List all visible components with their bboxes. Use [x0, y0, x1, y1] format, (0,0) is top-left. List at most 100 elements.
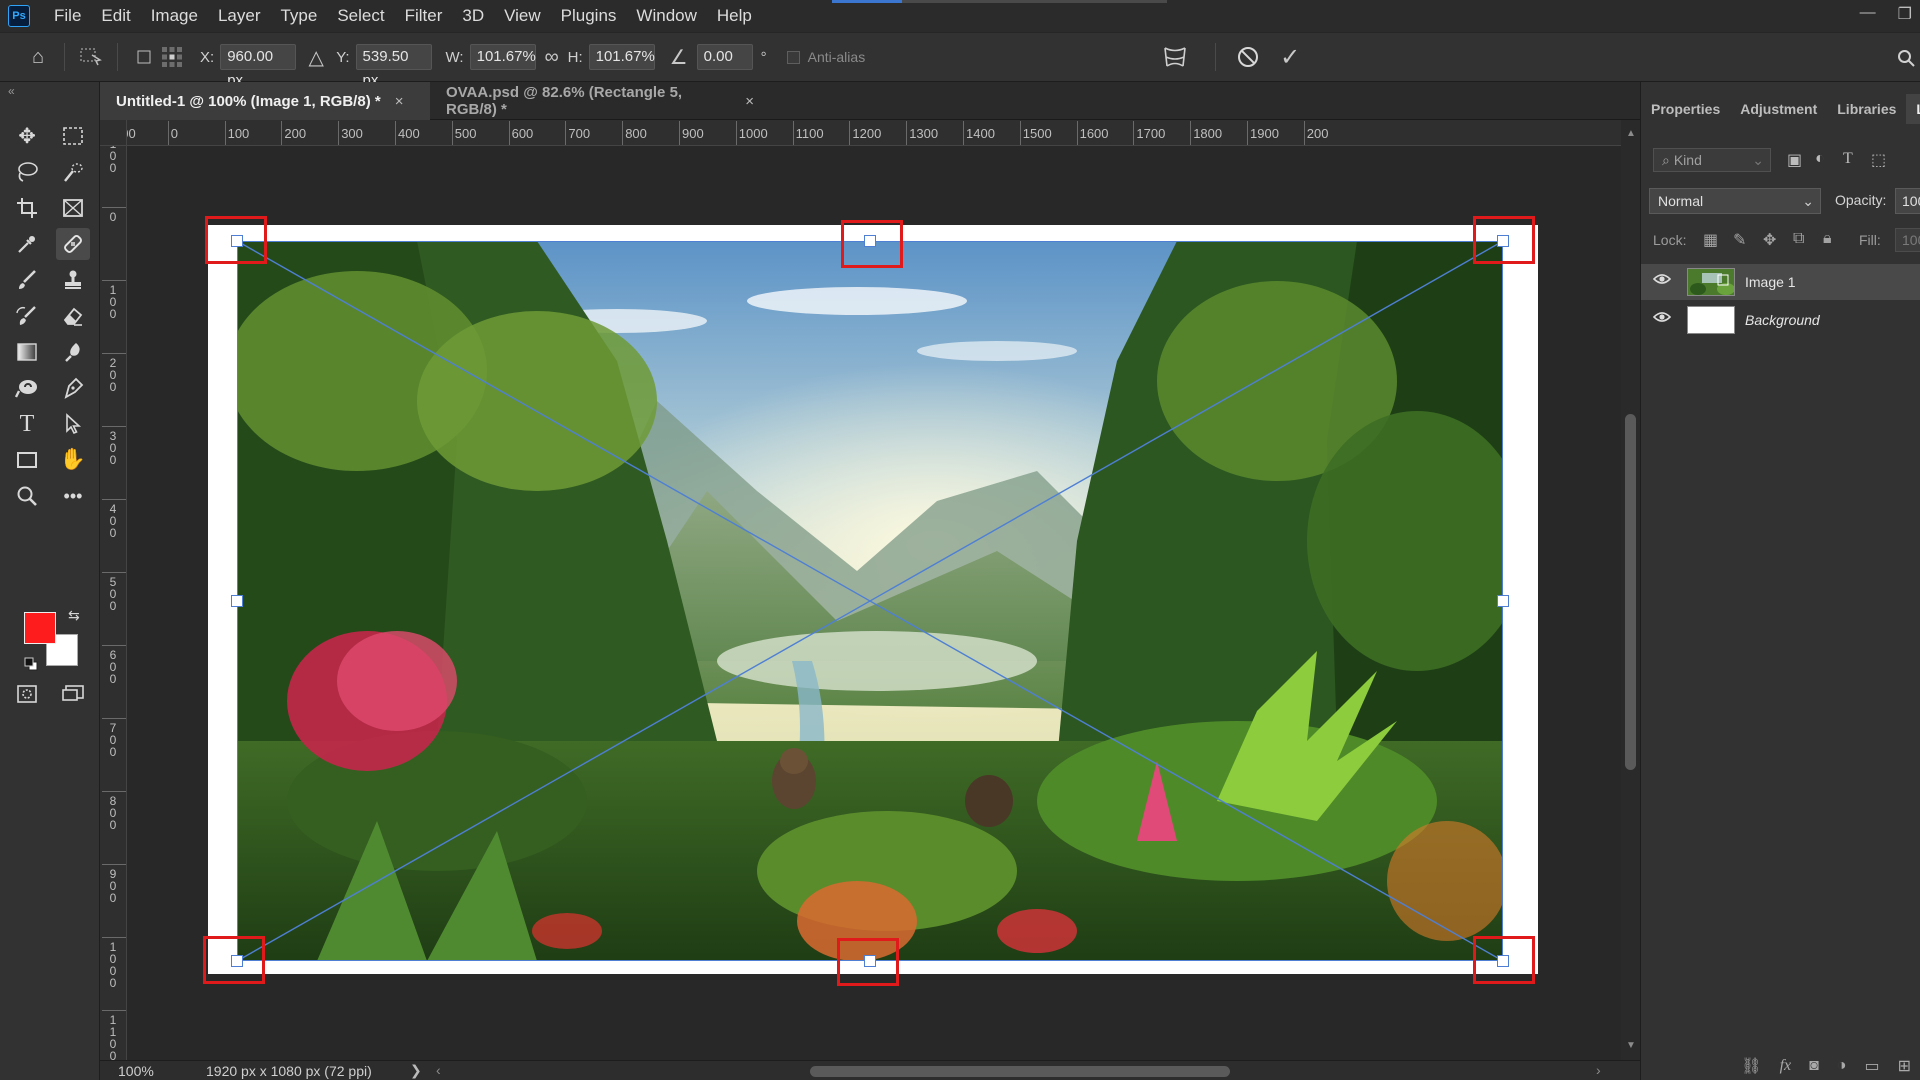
move-tool-icon[interactable]: ✥	[10, 120, 44, 152]
eraser-tool-icon[interactable]	[56, 300, 90, 332]
canvas-area[interactable]	[127, 146, 1621, 1060]
blur-tool-icon[interactable]	[56, 336, 90, 368]
tab-properties[interactable]: Properties	[1641, 94, 1730, 124]
cancel-transform-icon[interactable]	[1234, 43, 1262, 71]
x-input[interactable]: 960.00 px	[220, 44, 297, 89]
quick-selection-tool-icon[interactable]	[56, 156, 90, 188]
close-icon[interactable]: ×	[395, 93, 404, 110]
restore-icon[interactable]: ❐	[1898, 4, 1912, 24]
blend-mode-select[interactable]: Normal ⌄	[1649, 188, 1821, 214]
menu-edit[interactable]: Edit	[91, 0, 140, 32]
link-icon[interactable]: ∞	[538, 43, 566, 71]
new-adjustment-layer-icon[interactable]: ◑	[1837, 1057, 1847, 1075]
tab-untitled-1[interactable]: Untitled-1 @ 100% (Image 1, RGB/8) * ×	[100, 82, 430, 120]
relative-position-icon[interactable]: △	[302, 43, 330, 71]
layer-row-image-1[interactable]: Image 1	[1641, 264, 1920, 300]
adjustment-filter-icon[interactable]: ◐	[1815, 150, 1825, 168]
menu-file[interactable]: File	[44, 0, 91, 32]
swap-colors-icon[interactable]: ⇆	[68, 607, 80, 624]
menu-filter[interactable]: Filter	[395, 0, 453, 32]
gradient-tool-icon[interactable]	[10, 336, 44, 368]
lock-all-icon[interactable]: 🔒︎	[1823, 230, 1832, 248]
auto-select-icon[interactable]	[77, 43, 105, 71]
layer-row-background[interactable]: Background	[1641, 302, 1920, 338]
commit-transform-icon[interactable]: ✓	[1276, 43, 1304, 71]
rectangle-tool-icon[interactable]	[10, 444, 44, 476]
vertical-ruler[interactable]: 100010020030040050060070080090010001100	[100, 146, 127, 1060]
opacity-input[interactable]: 100	[1895, 188, 1920, 214]
zoom-tool-icon[interactable]	[10, 480, 44, 512]
path-selection-tool-icon[interactable]	[56, 408, 90, 440]
status-menu-icon[interactable]: ❯	[410, 1062, 422, 1079]
tab-adjustments[interactable]: Adjustment	[1730, 94, 1827, 124]
scroll-up-icon[interactable]: ▲	[1626, 128, 1636, 139]
more-tools-icon[interactable]: •••	[56, 480, 90, 512]
minimize-icon[interactable]: —	[1860, 4, 1876, 24]
tab-layers[interactable]: Laye	[1906, 94, 1920, 124]
default-colors-icon[interactable]	[24, 657, 38, 671]
crop-tool-icon[interactable]	[10, 192, 44, 224]
vertical-scrollbar[interactable]: ▲ ▼	[1621, 120, 1640, 1060]
zoom-level[interactable]: 100%	[118, 1063, 154, 1079]
scroll-right-icon[interactable]: ›	[1596, 1062, 1601, 1078]
brush-tool-icon[interactable]	[10, 264, 44, 296]
hand-tool-icon[interactable]: ✋	[56, 444, 90, 476]
dodge-tool-icon[interactable]	[10, 372, 44, 404]
menu-help[interactable]: Help	[707, 0, 762, 32]
marquee-tool-icon[interactable]	[56, 120, 90, 152]
menu-type[interactable]: Type	[270, 0, 327, 32]
screen-mode-icon[interactable]	[56, 678, 90, 710]
menu-plugins[interactable]: Plugins	[551, 0, 627, 32]
fill-input[interactable]: 100	[1895, 228, 1920, 252]
scroll-left-icon[interactable]: ‹	[436, 1062, 441, 1078]
type-filter-icon[interactable]: T	[1843, 150, 1853, 168]
frame-tool-icon[interactable]	[56, 192, 90, 224]
menu-window[interactable]: Window	[626, 0, 706, 32]
handle-middle-left[interactable]	[231, 595, 243, 607]
tab-ovaa[interactable]: OVAA.psd @ 82.6% (Rectangle 5, RGB/8) * …	[430, 82, 770, 120]
h-input[interactable]: 101.67%	[588, 44, 655, 70]
layer-name[interactable]: Background	[1745, 312, 1820, 328]
handle-middle-right[interactable]	[1497, 595, 1509, 607]
vertical-scroll-thumb[interactable]	[1625, 414, 1636, 770]
horizontal-ruler[interactable]: 1000100200300400500600700800900100011001…	[127, 120, 1621, 146]
quick-mask-icon[interactable]	[10, 678, 44, 710]
pen-tool-icon[interactable]	[56, 372, 90, 404]
history-brush-tool-icon[interactable]	[10, 300, 44, 332]
new-layer-icon[interactable]: ⊞	[1898, 1056, 1911, 1076]
horizontal-scroll-thumb[interactable]	[810, 1066, 1230, 1077]
menu-3d[interactable]: 3D	[452, 0, 494, 32]
close-icon[interactable]: ×	[745, 93, 754, 110]
warp-mode-icon[interactable]	[1161, 43, 1189, 71]
angle-input[interactable]: 0.00	[696, 44, 753, 70]
ruler-origin[interactable]	[100, 120, 127, 146]
menu-view[interactable]: View	[494, 0, 551, 32]
scroll-down-icon[interactable]: ▼	[1626, 1040, 1636, 1051]
lock-artboard-icon[interactable]: ⧉	[1793, 230, 1804, 248]
layer-name[interactable]: Image 1	[1745, 274, 1796, 290]
layer-style-icon[interactable]: fx	[1780, 1057, 1792, 1075]
foreground-color-swatch[interactable]	[24, 612, 56, 644]
type-tool-icon[interactable]: T	[10, 408, 44, 440]
menu-select[interactable]: Select	[327, 0, 394, 32]
lock-position-icon[interactable]: ✥	[1763, 230, 1776, 250]
lasso-tool-icon[interactable]	[10, 156, 44, 188]
lock-pixels-icon[interactable]: ✎	[1733, 230, 1746, 250]
tab-libraries[interactable]: Libraries	[1827, 94, 1906, 124]
antialias-checkbox[interactable]: Anti-alias	[786, 49, 865, 65]
link-layers-icon[interactable]: ⛓	[1741, 1056, 1761, 1076]
healing-brush-tool-icon[interactable]	[56, 228, 90, 260]
add-mask-icon[interactable]: ◙	[1809, 1057, 1819, 1075]
reference-point-toggle-icon[interactable]	[130, 43, 158, 71]
new-group-icon[interactable]: ▭	[1864, 1056, 1879, 1076]
visibility-eye-icon[interactable]	[1652, 272, 1673, 292]
layer-kind-filter[interactable]: ⌕ Kind ⌄	[1653, 148, 1771, 172]
eyedropper-tool-icon[interactable]	[10, 228, 44, 260]
jungle-image-layer[interactable]	[237, 241, 1503, 961]
clone-stamp-tool-icon[interactable]	[56, 264, 90, 296]
search-icon[interactable]	[1892, 44, 1920, 72]
home-icon[interactable]: ⌂	[24, 43, 52, 71]
lock-transparency-icon[interactable]: ▦	[1703, 230, 1718, 250]
app-logo-icon[interactable]: Ps	[8, 5, 30, 27]
y-input[interactable]: 539.50 px	[355, 44, 432, 89]
